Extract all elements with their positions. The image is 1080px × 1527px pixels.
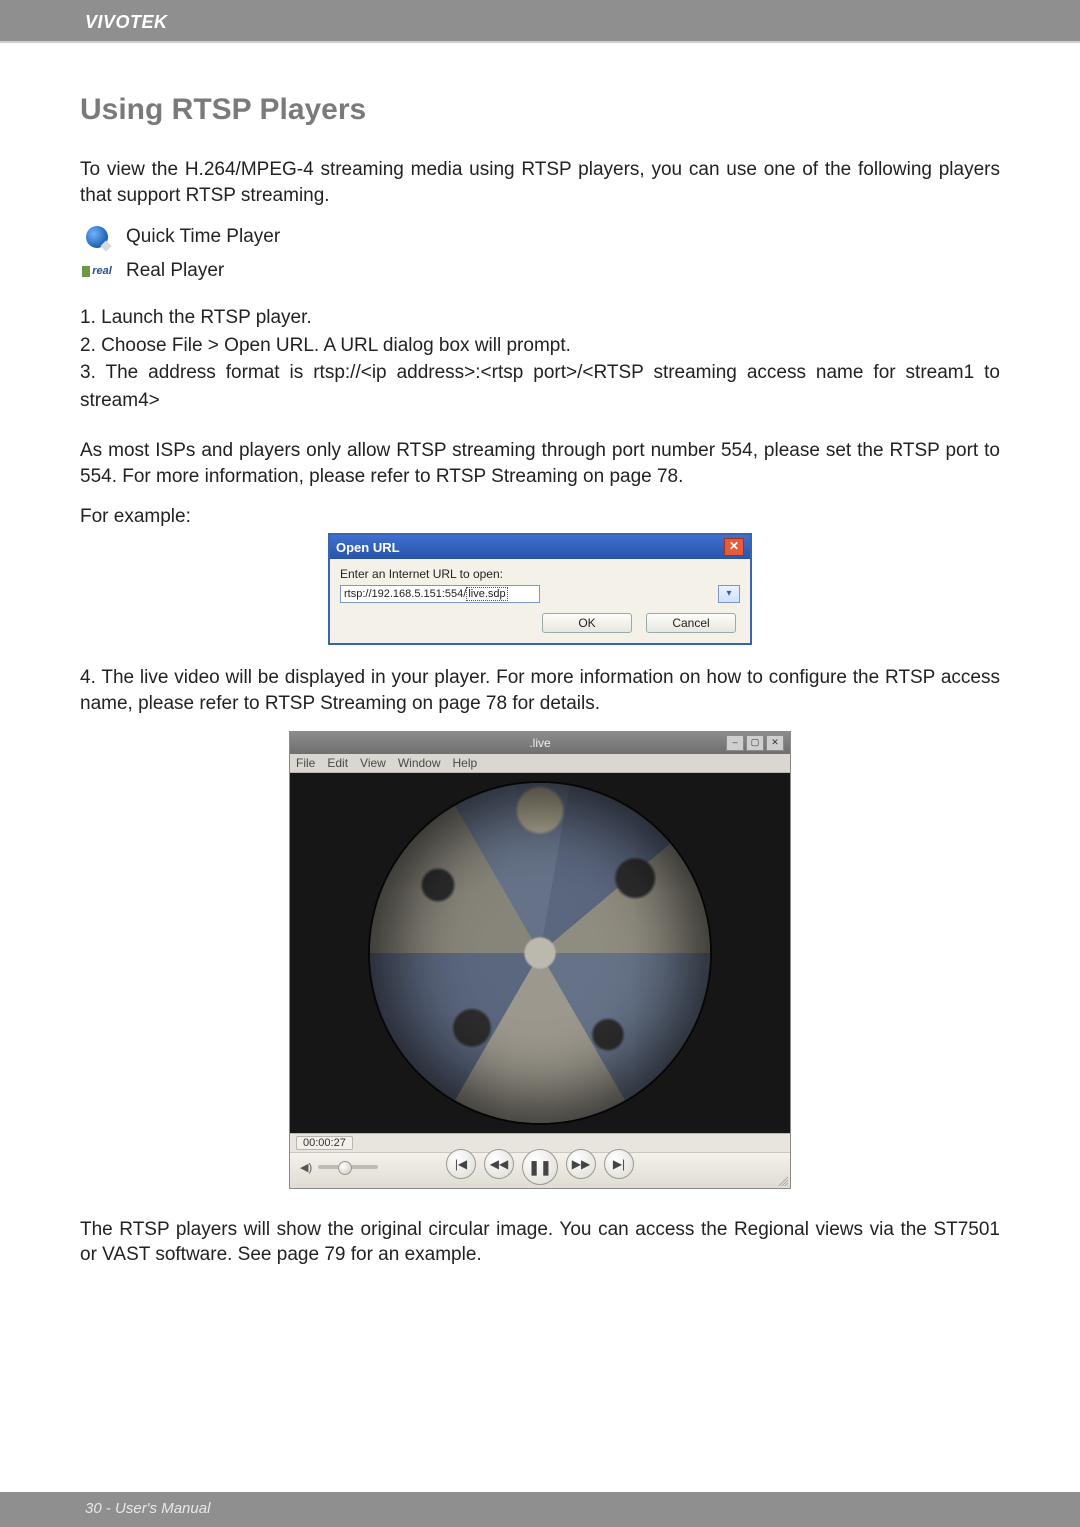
menu-edit[interactable]: Edit [327, 756, 348, 770]
intro-paragraph: To view the H.264/MPEG-4 streaming media… [80, 157, 1000, 208]
player-label-quicktime: Quick Time Player [126, 224, 280, 250]
player-video-area [290, 773, 790, 1133]
dialog-close-button[interactable]: ✕ [724, 538, 744, 556]
brand-label: VIVOTEK [85, 12, 168, 32]
transport-controls: |◀ ◀◀ ❚❚ ▶▶ ▶| [290, 1149, 790, 1185]
section-title: Using RTSP Players [80, 93, 1000, 127]
player-window-title: .live [290, 736, 790, 750]
realplayer-icon: real [80, 256, 114, 286]
player-maximize-button[interactable]: ▢ [746, 735, 764, 751]
step-three: 3. The address format is rtsp://<ip addr… [80, 359, 1000, 414]
quicktime-icon [80, 222, 114, 252]
player-row-quicktime: Quick Time Player [80, 222, 1000, 252]
player-label-real: Real Player [126, 258, 224, 284]
dialog-url-row: rtsp://192.168.5.151:554/live.sdp ▾ [340, 585, 740, 603]
dialog-body: Enter an Internet URL to open: rtsp://19… [330, 559, 750, 643]
dialog-title: Open URL [336, 540, 400, 555]
rewind-button[interactable]: ◀◀ [484, 1149, 514, 1179]
dialog-url-input[interactable]: rtsp://192.168.5.151:554/live.sdp [340, 585, 540, 603]
dialog-titlebar: Open URL ✕ [330, 535, 750, 559]
steps-block: 1. Launch the RTSP player. 2. Choose Fil… [80, 304, 1000, 414]
resize-grip-icon[interactable] [776, 1174, 788, 1186]
open-url-dialog: Open URL ✕ Enter an Internet URL to open… [328, 533, 752, 645]
dialog-url-label: Enter an Internet URL to open: [340, 567, 740, 581]
player-time-display: 00:00:27 [296, 1136, 353, 1150]
footer-text: 30 - User's Manual [85, 1500, 210, 1517]
step-one: 1. Launch the RTSP player. [80, 304, 1000, 332]
player-close-button[interactable]: ✕ [766, 735, 784, 751]
player-minimize-button[interactable]: – [726, 735, 744, 751]
closing-paragraph: The RTSP players will show the original … [80, 1217, 1000, 1268]
player-window: .live – ▢ ✕ File Edit View Window Help [289, 731, 791, 1189]
player-window-wrap: .live – ▢ ✕ File Edit View Window Help [80, 731, 1000, 1189]
step-four: 4. The live video will be displayed in y… [80, 665, 1000, 716]
dialog-url-dropdown-button[interactable]: ▾ [718, 585, 740, 603]
player-titlebar: .live – ▢ ✕ [290, 732, 790, 754]
fisheye-video-image [370, 783, 710, 1123]
content-area: Using RTSP Players To view the H.264/MPE… [0, 43, 1080, 1322]
dialog-cancel-button[interactable]: Cancel [646, 613, 736, 633]
player-row-real: real Real Player [80, 256, 1000, 286]
dialog-ok-button[interactable]: OK [542, 613, 632, 633]
step-two: 2. Choose File > Open URL. A URL dialog … [80, 332, 1000, 360]
for-example-label: For example: [80, 504, 1000, 530]
note-paragraph: As most ISPs and players only allow RTSP… [80, 438, 1000, 489]
footer-bar: 30 - User's Manual [0, 1492, 1080, 1527]
menu-file[interactable]: File [296, 756, 315, 770]
player-list: Quick Time Player real Real Player [80, 222, 1000, 286]
play-pause-button[interactable]: ❚❚ [522, 1149, 558, 1185]
player-menubar: File Edit View Window Help [290, 754, 790, 773]
open-url-dialog-wrap: Open URL ✕ Enter an Internet URL to open… [80, 533, 1000, 645]
prev-track-button[interactable]: |◀ [446, 1149, 476, 1179]
forward-button[interactable]: ▶▶ [566, 1149, 596, 1179]
header-bar: VIVOTEK [0, 0, 1080, 43]
page: VIVOTEK Using RTSP Players To view the H… [0, 0, 1080, 1527]
player-controls: ◀) |◀ ◀◀ ❚❚ ▶▶ ▶| [290, 1152, 790, 1188]
next-track-button[interactable]: ▶| [604, 1149, 634, 1179]
menu-help[interactable]: Help [453, 756, 478, 770]
dialog-button-row: OK Cancel [340, 613, 740, 633]
menu-window[interactable]: Window [398, 756, 441, 770]
menu-view[interactable]: View [360, 756, 386, 770]
